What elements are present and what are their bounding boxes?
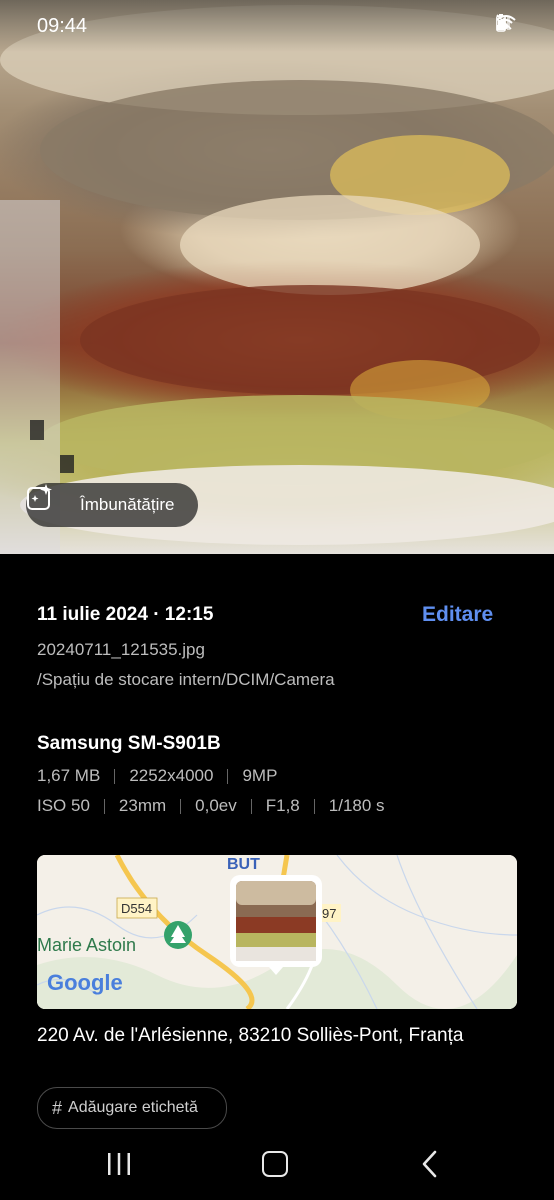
enhance-button[interactable]: Îmbunătățire [26,483,198,527]
add-tag-label: Adăugare etichetă [68,1099,198,1116]
google-logo: Google [47,970,123,995]
status-bar: 09:44 [0,0,554,52]
divider [313,798,315,814]
enhance-sparkle-icon [27,484,68,519]
divider [180,798,182,814]
road2-label: 97 [322,906,336,921]
location-address: 220 Av. de l'Arlésienne, 83210 Solliès-P… [37,1025,464,1046]
device-model: Samsung SM-S901B [37,733,221,754]
file-size: 1,67 MB [37,766,101,785]
file-specs-row: 1,67 MB 2252x4000 9MP [37,766,277,786]
focal-length: 23mm [118,796,167,815]
place-label: Marie Astoin [37,935,136,955]
aperture: F1,8 [265,796,300,815]
iso-value: ISO 50 [37,796,90,815]
system-navigation-bar [0,1130,554,1200]
file-path: /Spațiu de stocare intern/DCIM/Camera [37,670,335,689]
divider [250,798,252,814]
enhance-label: Îmbunătățire [80,495,175,514]
road-label: D554 [121,901,152,916]
megapixels: 9MP [242,766,278,785]
exposure-value: 0,0ev [195,796,237,815]
file-name: 20240711_121535.jpg [37,640,205,659]
recent-apps-icon[interactable] [106,1152,132,1176]
edit-details-button[interactable]: Editare [422,603,493,627]
photo-viewer[interactable]: 09:44 Îmbunătățire [0,0,554,554]
add-tag-button[interactable]: # Adăugare etichetă [37,1087,227,1129]
burger-photo [0,5,554,554]
hashtag-icon: # [52,1097,63,1118]
shutter-speed: 1/180 s [328,796,385,815]
map-background: D554 97 BUT Marie Astoin Google [37,855,517,1009]
back-icon[interactable] [420,1150,440,1178]
divider [114,768,116,784]
divider [227,768,229,784]
location-map[interactable]: D554 97 BUT Marie Astoin Google [37,855,517,1009]
poi-label: BUT [227,856,260,873]
resolution: 2252x4000 [129,766,214,785]
divider [103,798,105,814]
photo-date-time: 11 iulie 2024 · 12:15 [37,604,214,625]
camera-specs-row: ISO 50 23mm 0,0ev F1,8 1/180 s [37,796,385,816]
status-time: 09:44 [37,15,88,37]
home-icon[interactable] [262,1151,288,1177]
